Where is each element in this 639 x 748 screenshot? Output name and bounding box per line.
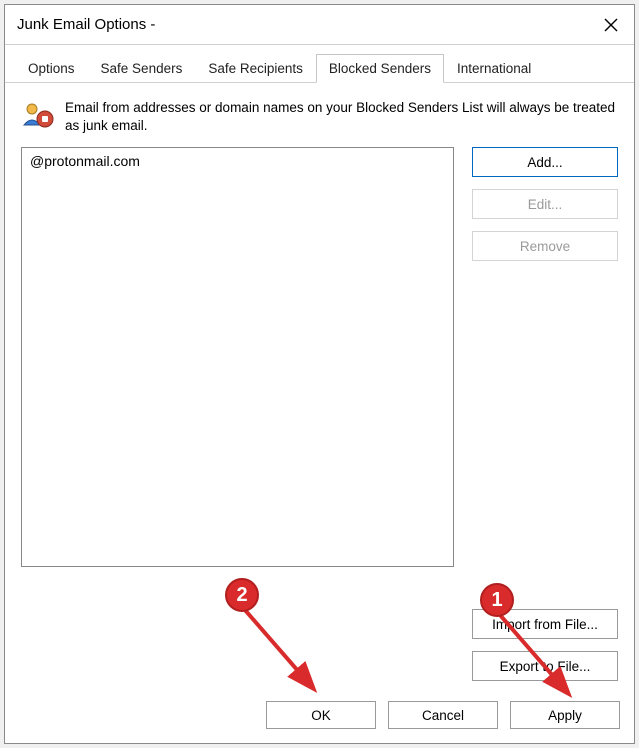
description-text: Email from addresses or domain names on … bbox=[65, 97, 618, 135]
tab-international[interactable]: International bbox=[444, 54, 544, 83]
tab-safe-senders[interactable]: Safe Senders bbox=[88, 54, 196, 83]
window-title: Junk Email Options - bbox=[17, 16, 155, 33]
annotation-badge-1: 1 bbox=[480, 583, 514, 617]
annotation-arrow-1 bbox=[495, 610, 585, 705]
spacer bbox=[472, 273, 618, 597]
tab-content: Email from addresses or domain names on … bbox=[5, 83, 634, 691]
add-button[interactable]: Add... bbox=[472, 147, 618, 177]
cancel-button[interactable]: Cancel bbox=[388, 701, 498, 729]
tab-options[interactable]: Options bbox=[15, 54, 88, 83]
blocked-senders-icon bbox=[21, 97, 55, 131]
close-icon bbox=[604, 18, 618, 32]
annotation-badge-2: 2 bbox=[225, 578, 259, 612]
tab-strip: Options Safe Senders Safe Recipients Blo… bbox=[5, 45, 634, 83]
close-button[interactable] bbox=[588, 5, 634, 45]
blocked-senders-list[interactable]: @protonmail.com bbox=[21, 147, 454, 567]
ok-button[interactable]: OK bbox=[266, 701, 376, 729]
annotation-arrow-2 bbox=[240, 605, 330, 700]
remove-button[interactable]: Remove bbox=[472, 231, 618, 261]
list-item[interactable]: @protonmail.com bbox=[28, 152, 447, 170]
main-row: @protonmail.com Add... Edit... Remove Im… bbox=[21, 147, 618, 681]
description-row: Email from addresses or domain names on … bbox=[21, 97, 618, 135]
tab-blocked-senders[interactable]: Blocked Senders bbox=[316, 54, 444, 83]
edit-button[interactable]: Edit... bbox=[472, 189, 618, 219]
apply-button[interactable]: Apply bbox=[510, 701, 620, 729]
titlebar: Junk Email Options - bbox=[5, 5, 634, 45]
tab-safe-recipients[interactable]: Safe Recipients bbox=[195, 54, 316, 83]
